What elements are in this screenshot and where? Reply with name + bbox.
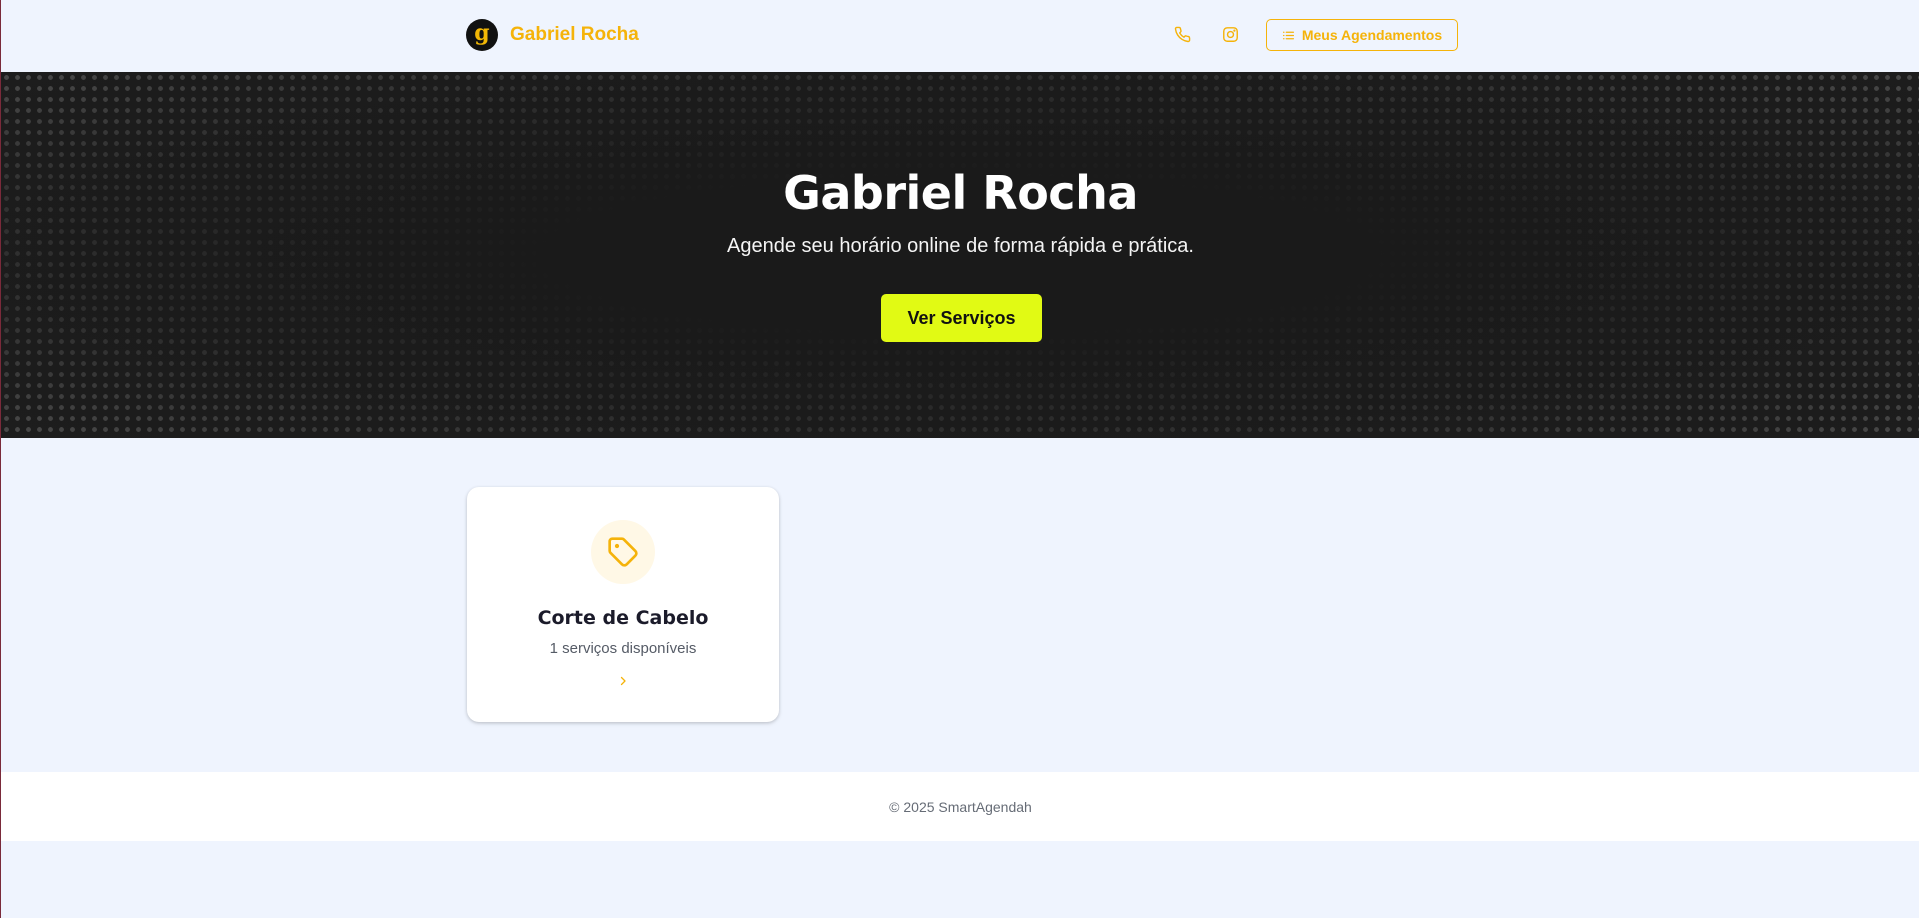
view-services-button[interactable]: Ver Serviços	[881, 294, 1042, 342]
tag-icon	[607, 536, 639, 568]
footer: © 2025 SmartAgendah	[1, 772, 1919, 841]
brand[interactable]: g Gabriel Rocha	[466, 19, 639, 51]
hero-subtitle: Agende seu horário online de forma rápid…	[727, 235, 1194, 257]
category-title: Corte de Cabelo	[537, 607, 709, 629]
phone-icon[interactable]	[1172, 24, 1192, 44]
category-card[interactable]: Corte de Cabelo 1 serviços disponíveis	[467, 487, 779, 722]
chevron-right-icon[interactable]	[615, 673, 631, 689]
category-icon-circle	[591, 520, 655, 584]
page: g Gabriel Rocha Meus Agendamentos Gabrie…	[0, 0, 1919, 918]
hero-banner: Gabriel Rocha Agende seu horário online …	[1, 72, 1919, 438]
brand-name: Gabriel Rocha	[510, 24, 639, 45]
instagram-icon[interactable]	[1220, 24, 1240, 44]
footer-copyright: © 2025 SmartAgendah	[889, 798, 1032, 815]
top-header: g Gabriel Rocha Meus Agendamentos	[1, 0, 1919, 72]
my-appointments-button[interactable]: Meus Agendamentos	[1266, 19, 1458, 51]
hero-title: Gabriel Rocha	[783, 166, 1138, 220]
list-icon	[1282, 29, 1295, 42]
my-appointments-label: Meus Agendamentos	[1301, 27, 1443, 43]
brand-logo: g	[466, 19, 498, 51]
category-subtitle: 1 serviços disponíveis	[549, 640, 697, 657]
